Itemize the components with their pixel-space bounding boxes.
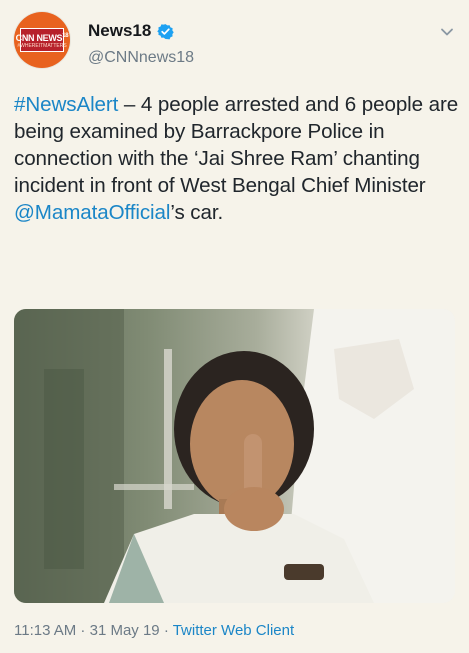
tweet-header: CNN NEWS18 #WHEREITMATTERS News18 @CNNne…: [14, 12, 455, 72]
hashtag-link[interactable]: #NewsAlert: [14, 93, 118, 116]
tweet-time[interactable]: 11:13 AM: [14, 622, 76, 639]
tweet-source-link[interactable]: Twitter Web Client: [173, 622, 294, 639]
tweet-photo[interactable]: [14, 309, 455, 603]
display-name[interactable]: News18: [88, 21, 151, 41]
chevron-down-icon[interactable]: [439, 24, 455, 40]
photo-illustration: [14, 309, 455, 603]
tweet-meta: 11:13 AM · 31 May 19 · Twitter Web Clien…: [14, 622, 295, 639]
cnn-news18-logo: CNN NEWS18 #WHEREITMATTERS: [16, 28, 69, 52]
handle[interactable]: @CNNnews18: [88, 49, 194, 67]
tweet-text: #NewsAlert – 4 people arrested and 6 peo…: [14, 91, 459, 226]
mention-link[interactable]: @MamataOfficial: [14, 201, 170, 224]
tweet-text-part-2: ’s car.: [170, 201, 224, 224]
avatar[interactable]: CNN NEWS18 #WHEREITMATTERS: [14, 12, 70, 68]
verified-badge-icon: [157, 23, 175, 39]
tweet-date[interactable]: 31 May 19: [90, 622, 160, 639]
author-name-row: News18: [88, 21, 175, 41]
